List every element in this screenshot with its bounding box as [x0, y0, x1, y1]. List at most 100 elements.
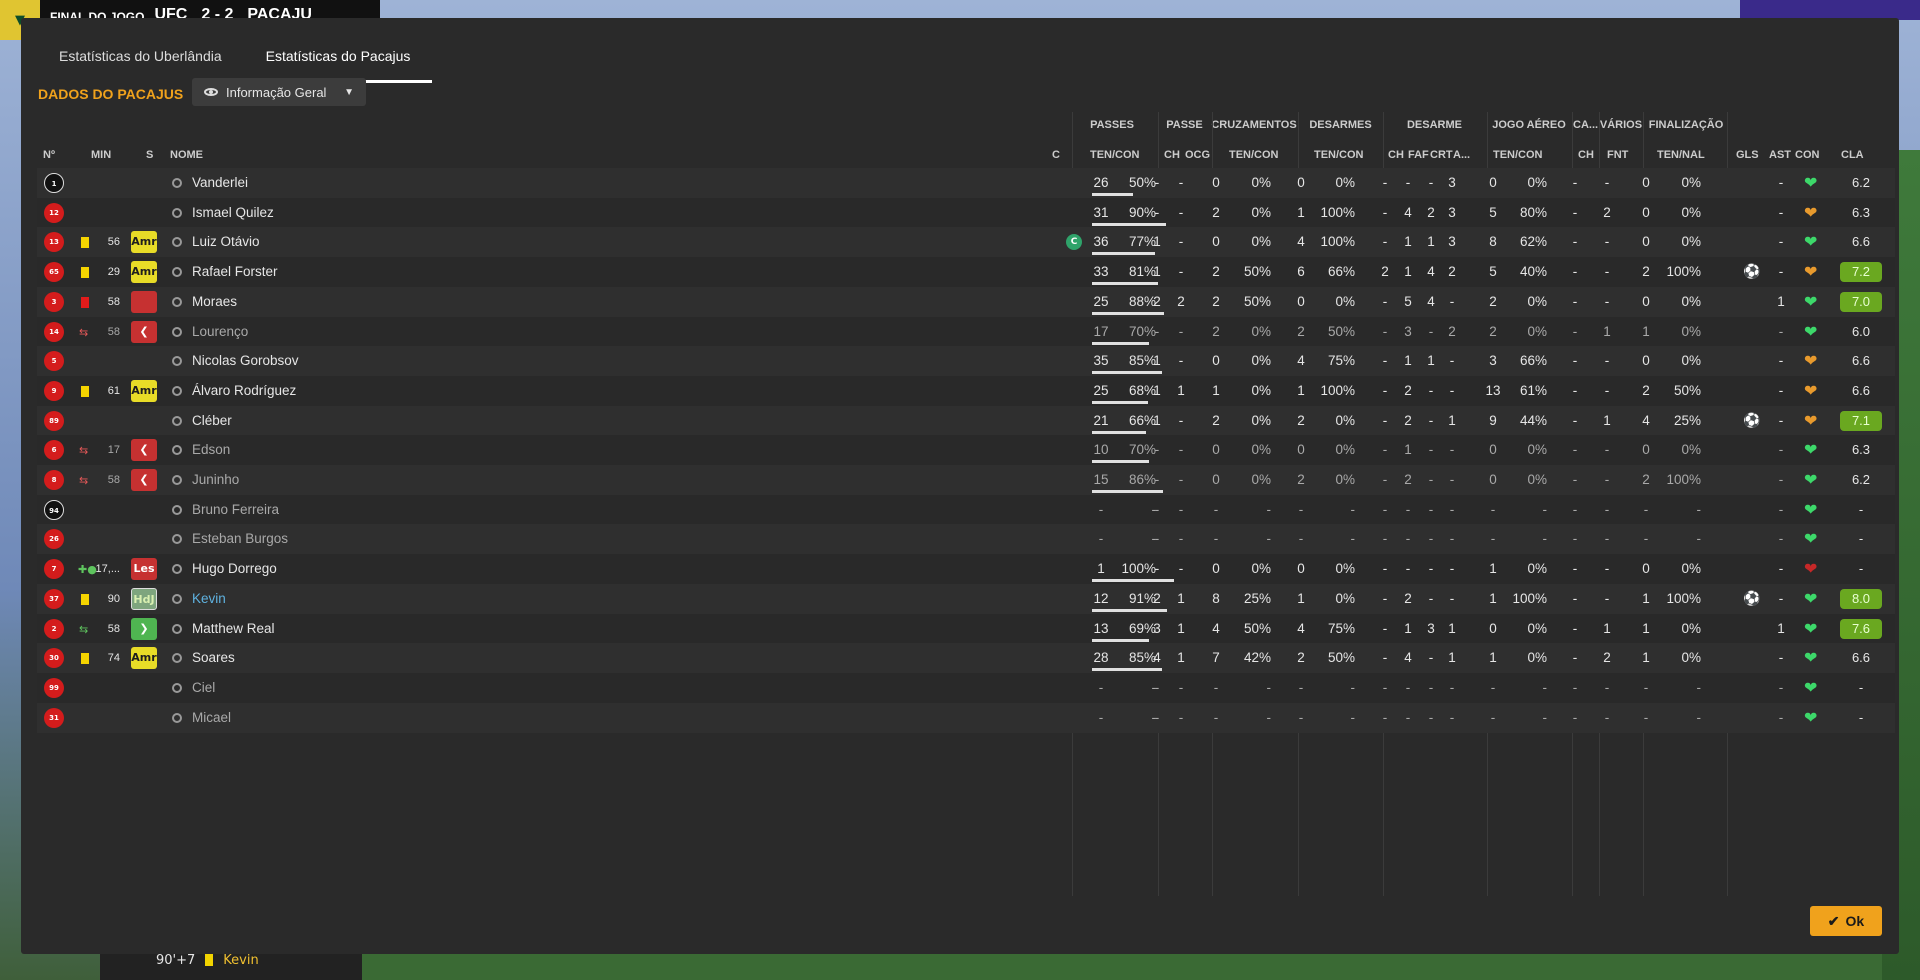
stat-at: 1	[1489, 591, 1497, 606]
col-header-nome[interactable]: NOME	[170, 149, 203, 161]
table-row[interactable]: 99 Ciel - - - - - - - - - - - - - - - - - - - ❤ -	[37, 673, 1895, 703]
table-row[interactable]: 3 58 Moraes 25 88% 2 2 2 50% 0 0% -5 4-2 0% - -0 0% 1 ❤ 7.0	[37, 287, 1895, 317]
table-row[interactable]: 30 74 Amr Soares 28 85% 4 1 7 42% 2 50% -4-1 1 0% -2 1 0%…	[37, 643, 1895, 673]
player-name[interactable]: Micael	[192, 703, 231, 733]
player-name[interactable]: Álvaro Rodríguez	[192, 376, 296, 406]
table-row[interactable]: 8 ⇆ 58 ❮ Juninho 15 86% - -0 0% 2 0% -2- -0 0% - -2 100% -…	[37, 465, 1895, 495]
col-header-s[interactable]: S	[146, 149, 153, 161]
player-name[interactable]: Moraes	[192, 287, 237, 317]
stat-a: -	[1449, 353, 1455, 368]
minutes: 58	[107, 296, 120, 308]
col-header-faf[interactable]: FAF	[1408, 149, 1429, 161]
col-header-ca_ch[interactable]: CH	[1578, 149, 1594, 161]
col-header-crt[interactable]: CRT	[1430, 149, 1453, 161]
col-header-ch[interactable]: CH	[1164, 149, 1180, 161]
player-name[interactable]: Edson	[192, 435, 230, 465]
player-name[interactable]: Rafael Forster	[192, 257, 278, 287]
stat-ft: -	[1643, 531, 1649, 546]
col-header-aereo[interactable]: TEN/CON	[1493, 149, 1543, 161]
stat-cach: -	[1572, 264, 1578, 279]
table-row[interactable]: 14 ⇆ 58 ❮ Lourenço 17 70% - -2 0% 2 50% -3-2 2 0% -1 1 0%…	[37, 317, 1895, 347]
col-header-cruz[interactable]: TEN/CON	[1229, 149, 1279, 161]
stat-cp: -	[1266, 531, 1272, 546]
col-header-desar[interactable]: TEN/CON	[1314, 149, 1364, 161]
pass-accuracy-bar	[1092, 460, 1149, 463]
col-header-d_ch[interactable]: CH	[1388, 149, 1404, 161]
condition-heart-icon: ❤	[1804, 470, 1818, 489]
stat-cach: -	[1572, 324, 1578, 339]
player-name[interactable]: Kevin	[192, 584, 226, 614]
yellow-card-icon	[81, 386, 89, 397]
table-row[interactable]: 94 Bruno Ferreira - - - - - - - - - - - - - - - - - - - ❤ -	[37, 495, 1895, 525]
player-name[interactable]: Cléber	[192, 406, 232, 436]
player-name[interactable]: Vanderlei	[192, 168, 248, 198]
condition-heart-icon: ❤	[1804, 619, 1818, 638]
col-header-ten_con[interactable]: TEN/CON	[1090, 149, 1140, 161]
col-header-ocg[interactable]: OCG	[1185, 149, 1210, 161]
player-name[interactable]: Hugo Dorrego	[192, 554, 277, 584]
stat-ft: 0	[1642, 175, 1650, 190]
yellow-card-icon	[81, 237, 89, 248]
rating-value: 6.6	[1851, 650, 1871, 665]
table-row[interactable]: 65 29 Amr Rafael Forster 33 81% 1-2 50% 6 66% 2 1 4 2…	[37, 257, 1895, 287]
stat-ast: -	[1778, 324, 1784, 339]
player-name[interactable]: Lourenço	[192, 317, 248, 347]
table-row[interactable]: 13 56 Amr Luiz Otávio C 36 77% 1-0 0% 4 100% -1 1 3 8 6…	[37, 227, 1895, 257]
col-header-min[interactable]: MIN	[91, 149, 111, 161]
stat-ap: 0%	[1527, 650, 1547, 665]
stat-at: 13	[1485, 383, 1501, 398]
table-row[interactable]: 31 Micael - - - - - - - - - - - - - - - - - - - ❤ -	[37, 703, 1895, 733]
table-row[interactable]: 26 Esteban Burgos - - - - - - - - - - - - - - - - - - - ❤ -	[37, 524, 1895, 554]
player-name[interactable]: Nicolas Gorobsov	[192, 346, 299, 376]
player-name[interactable]: Ciel	[192, 673, 215, 703]
table-row[interactable]: 37 90 HdJ Kevin 12 91% 2 1 8 25% 1 0% -2- -1 100% - -1 10…	[37, 584, 1895, 614]
table-row[interactable]: 89 Cléber 21 66% 1-2 0% 2 0% -2-1 9 44% -1 4 25% - ⚽ ❤ 7.…	[37, 406, 1895, 436]
stat-faf: 2	[1404, 591, 1412, 606]
ok-button[interactable]: ✔ Ok	[1810, 906, 1882, 936]
stat-ft: 0	[1642, 205, 1650, 220]
player-name[interactable]: Bruno Ferreira	[192, 495, 279, 525]
player-name[interactable]: Matthew Real	[192, 614, 275, 644]
stat-dch: -	[1382, 591, 1388, 606]
stat-a: -	[1449, 561, 1455, 576]
table-row[interactable]: 2 ⇆ 58 ❯ Matthew Real 13 69% 3 1 4 50% 4 75% -1 3 1 0 0% -…	[37, 614, 1895, 644]
condition-heart-icon: ❤	[1804, 322, 1818, 341]
player-name[interactable]: Luiz Otávio	[192, 227, 260, 257]
top-right-button[interactable]	[1740, 0, 1920, 20]
col-header-cla[interactable]: CLA	[1841, 149, 1864, 161]
col-header-gls[interactable]: GLS	[1736, 149, 1759, 161]
stat-faf: -	[1405, 175, 1411, 190]
stat-ast: -	[1778, 234, 1784, 249]
stat-a: -	[1449, 294, 1455, 309]
tab-pacajus[interactable]: Estatísticas do Pacajus	[243, 38, 433, 83]
stat-ocg: -	[1178, 472, 1184, 487]
stat-faf: -	[1405, 531, 1411, 546]
player-name[interactable]: Esteban Burgos	[192, 524, 288, 554]
stat-crt: -	[1428, 591, 1434, 606]
col-header-fnt[interactable]: FNT	[1607, 149, 1628, 161]
table-row[interactable]: 1 Vanderlei 26 50% - -0 0% 0 0% - - -3 0 0% - -0 0% - ❤ 6.2	[37, 168, 1895, 198]
player-name[interactable]: Soares	[192, 643, 235, 673]
tab-uberlandia[interactable]: Estatísticas do Uberlândia	[37, 38, 244, 83]
stat-faf: 2	[1404, 413, 1412, 428]
player-name[interactable]: Juninho	[192, 465, 239, 495]
col-header-ast[interactable]: AST	[1769, 149, 1791, 161]
col-header-con[interactable]: CON	[1795, 149, 1819, 161]
pass-accuracy-bar	[1092, 342, 1149, 345]
col-header-num[interactable]: Nº	[43, 149, 55, 161]
player-name[interactable]: Ismael Quilez	[192, 198, 274, 228]
stat-ct: 8	[1212, 591, 1220, 606]
table-row[interactable]: 9 61 Amr Álvaro Rodríguez 25 68% 1 1 1 0% 1 100% -2-…	[37, 376, 1895, 406]
col-header-c[interactable]: C	[1052, 149, 1060, 161]
col-header-a[interactable]: A...	[1453, 149, 1470, 161]
goal-icon: ⚽	[1743, 413, 1761, 429]
table-row[interactable]: 12 Ismael Quilez 31 90% - -2 0% 1 100% -4 2 3 5 80% -2…	[37, 198, 1895, 228]
stat-ft: 2	[1642, 472, 1650, 487]
table-row[interactable]: 6 ⇆ 17 ❮ Edson 10 70% - -0 0% 0 0% -1- -0 0% - -0 0% - ❤ 6.3	[37, 435, 1895, 465]
stat-ft: 0	[1642, 442, 1650, 457]
col-header-ten_nal[interactable]: TEN/NAL	[1657, 149, 1705, 161]
table-row[interactable]: 7 ✚● 17,... Les Hugo Dorrego 1 100% - -0 0% 0 0% - - -…	[37, 554, 1895, 584]
view-select[interactable]: Informação Geral ▼	[192, 78, 366, 106]
table-row[interactable]: 5 Nicolas Gorobsov 35 85% 1-0 0% 4 75% -1 1-3 66% -…	[37, 346, 1895, 376]
stat-ast: -	[1778, 561, 1784, 576]
